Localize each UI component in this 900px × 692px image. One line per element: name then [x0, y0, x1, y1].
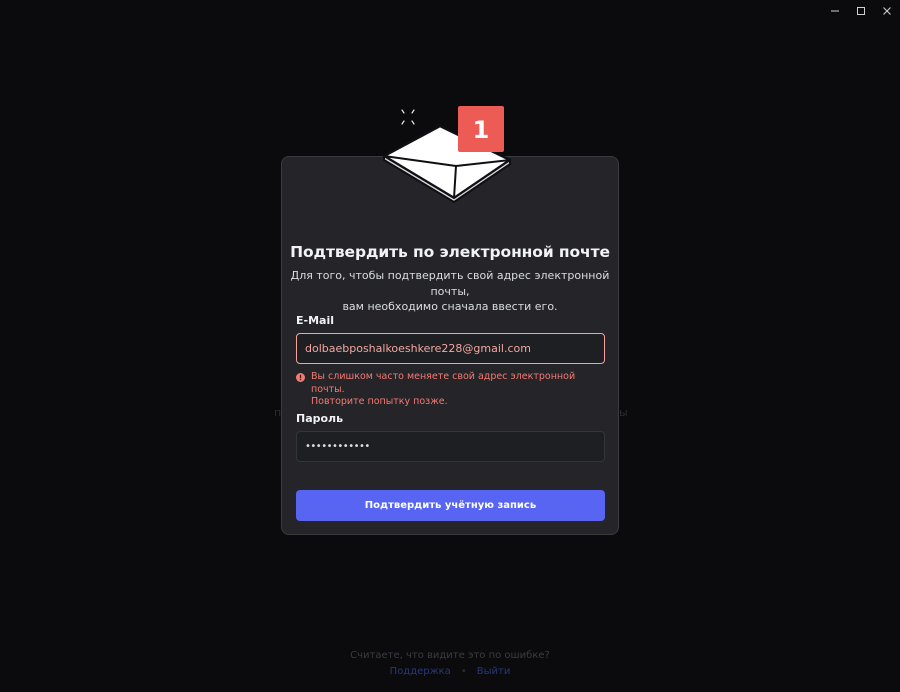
background-text-fragment-right: ы	[619, 406, 628, 419]
notification-badge-count: 1	[473, 116, 490, 144]
modal-title: Подтвердить по электронной почте	[290, 243, 610, 261]
verify-email-modal: Подтвердить по электронной почте Для тог…	[281, 156, 619, 535]
footer-separator: •	[460, 666, 467, 677]
sparkle-icon	[401, 109, 415, 125]
footer-links: Поддержка • Выйти	[0, 666, 900, 677]
maximize-icon[interactable]	[848, 0, 874, 22]
error-text: Вы слишком часто меняете свой адрес элек…	[311, 371, 596, 409]
minimize-icon[interactable]	[822, 0, 848, 22]
email-field[interactable]: dolbaebposhalkoeshkere228@gmail.com	[296, 333, 605, 364]
email-label: E-Mail	[296, 314, 334, 327]
subtitle-line-2: вам необходимо сначала ввести его.	[342, 300, 558, 313]
subtitle-line-1: Для того, чтобы подтвердить свой адрес э…	[290, 269, 610, 298]
error-icon	[296, 373, 305, 382]
email-field-value: dolbaebposhalkoeshkere228@gmail.com	[305, 342, 531, 355]
envelope-illustration: 1	[382, 106, 512, 203]
email-error-message: Вы слишком часто меняете свой адрес элек…	[296, 371, 596, 409]
modal-subtitle: Для того, чтобы подтвердить свой адрес э…	[282, 268, 618, 315]
error-line-2: Повторите попытку позже.	[311, 396, 448, 407]
password-field[interactable]: ••••••••••••	[296, 431, 605, 462]
window-controls	[822, 0, 900, 22]
password-label: Пароль	[296, 412, 344, 425]
close-icon[interactable]	[874, 0, 900, 22]
error-line-1: Вы слишком часто меняете свой адрес элек…	[311, 371, 576, 395]
support-link[interactable]: Поддержка	[390, 666, 451, 677]
verify-account-button[interactable]: Подтвердить учётную запись	[296, 490, 605, 521]
logout-link[interactable]: Выйти	[477, 666, 511, 677]
footer-question: Считаете, что видите это по ошибке?	[350, 650, 550, 661]
password-field-value: ••••••••••••	[305, 441, 370, 452]
